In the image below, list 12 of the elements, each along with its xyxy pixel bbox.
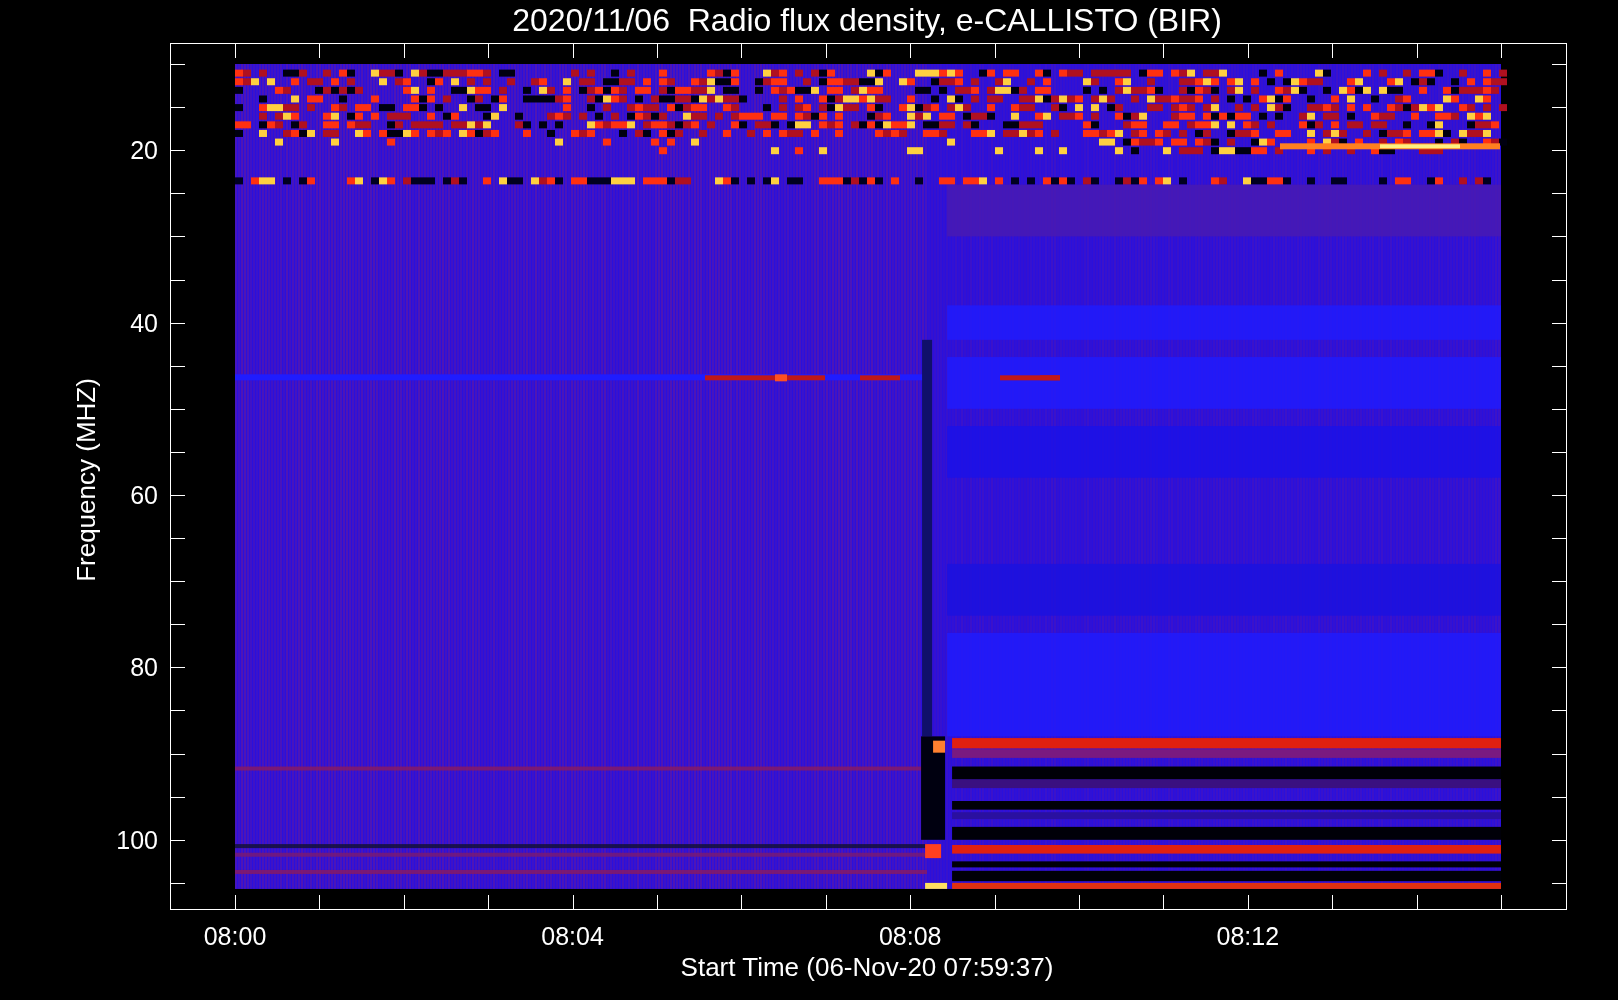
axis-label: Frequency (MHZ) [71, 378, 101, 582]
tick-label: 08:12 [1216, 922, 1280, 950]
tick-label: 08:00 [203, 922, 267, 950]
tick-label: 20 [130, 136, 158, 165]
tick-label: 80 [130, 653, 158, 682]
tick-label: 60 [130, 481, 158, 509]
tick-label: 08:04 [541, 922, 604, 950]
tick-label: 40 [130, 308, 158, 337]
tick-label: 08:08 [878, 922, 942, 950]
axis-label: Start Time (06-Nov-20 07:59:37) [680, 952, 1054, 982]
chart-title: 2020/11/06 Radio flux density, e-CALLISTO (BIR) [512, 2, 1222, 38]
tick-label: 100 [116, 825, 158, 854]
